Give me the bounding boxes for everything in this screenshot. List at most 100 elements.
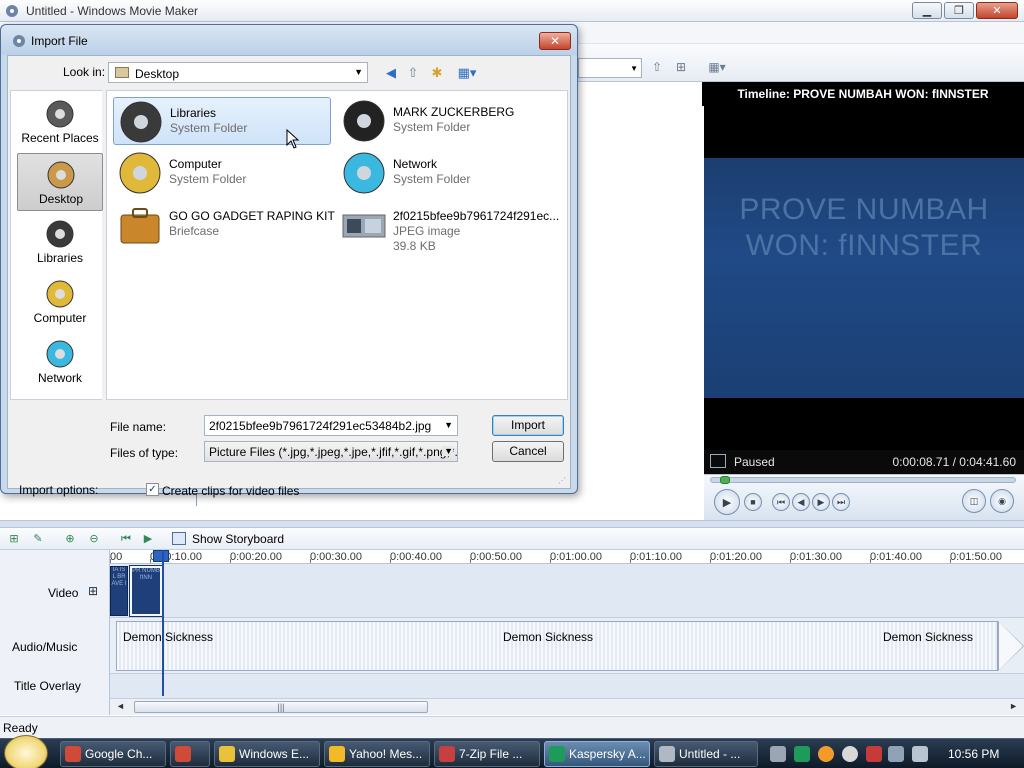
previous-frame-button[interactable]: ◀: [792, 493, 810, 511]
zoom-out-icon[interactable]: ⊖: [86, 531, 102, 547]
file-item[interactable]: Network System Folder: [337, 149, 555, 197]
up-folder-icon[interactable]: ⇧: [648, 58, 666, 76]
split-button[interactable]: ◫: [962, 489, 986, 513]
taskbar-button[interactable]: Windows E...: [214, 741, 320, 767]
ruler-tick-mark: [710, 559, 711, 563]
rewind-timeline-icon[interactable]: ⏮: [118, 531, 134, 547]
set-audio-levels-icon[interactable]: ⊞: [6, 531, 22, 547]
place-libraries[interactable]: Libraries: [17, 213, 103, 271]
play-button[interactable]: ▶: [714, 489, 740, 515]
scroll-thumb[interactable]: |||: [134, 701, 428, 713]
file-name-value: 2f0215bfee9b7961724f291ec53484b2.jpg: [209, 419, 432, 433]
place-computer[interactable]: Computer: [17, 273, 103, 331]
import-options-label: Import options:: [19, 483, 99, 497]
playhead-handle[interactable]: [153, 550, 169, 562]
search-tray-icon[interactable]: [818, 746, 834, 762]
place-label: Network: [37, 371, 82, 385]
place-network[interactable]: Network: [17, 333, 103, 391]
pane-splitter[interactable]: [0, 520, 1024, 528]
start-button[interactable]: [4, 735, 48, 768]
fast-forward-icon: ⏭: [836, 496, 846, 507]
video-clip-selected[interactable]: PR NUMB fINN: [129, 565, 163, 617]
seek-bar[interactable]: [710, 476, 1016, 484]
audio-track[interactable]: Demon Sickness Demon Sickness Demon Sick…: [110, 618, 1024, 674]
computer-icon: [45, 279, 75, 309]
import-button[interactable]: Import: [492, 415, 564, 436]
expand-video-icon[interactable]: ⊞: [88, 584, 98, 598]
video-track[interactable]: IA IS L BR AVE I PR NUMB fINN: [110, 564, 1024, 618]
taskbar-button[interactable]: Kaspersky A...: [544, 741, 650, 767]
display-tray-icon[interactable]: [888, 746, 904, 762]
next-frame-button[interactable]: ▶: [812, 493, 830, 511]
title-overlay-track[interactable]: [110, 674, 1024, 698]
file-item[interactable]: GO GO GADGET RAPING KIT Briefcase: [113, 201, 335, 249]
timeline-toolbar: ⊞ ✎ ⊕ ⊖ ⏮ ▶ Show Storyboard: [0, 528, 1024, 550]
view-menu-icon[interactable]: ▦▾: [454, 64, 480, 82]
file-item[interactable]: MARK ZUCKERBERG System Folder: [337, 97, 555, 145]
play-timeline-icon[interactable]: ▶: [140, 531, 156, 547]
back-icon[interactable]: ◀: [382, 64, 400, 82]
new-folder-icon[interactable]: ✱: [428, 64, 446, 82]
cancel-button[interactable]: Cancel: [492, 441, 564, 462]
video-clip[interactable]: IA IS L BR AVE I: [110, 566, 128, 616]
place-recent-places[interactable]: Recent Places: [17, 93, 103, 151]
zoom-in-icon[interactable]: ⊕: [62, 531, 78, 547]
rewind-button[interactable]: ⏮: [772, 493, 790, 511]
volume-icon[interactable]: [912, 746, 928, 762]
place-desktop[interactable]: Desktop: [17, 153, 103, 211]
file-name-input[interactable]: 2f0215bfee9b7961724f291ec53484b2.jpg ▼: [204, 415, 458, 436]
scroll-left-icon[interactable]: ◄: [116, 701, 125, 711]
ruler-tick-mark: [150, 559, 151, 563]
taskbar-button[interactable]: Yahoo! Mes...: [324, 741, 430, 767]
snapshot-button[interactable]: ◉: [990, 489, 1014, 513]
ruler-tick-label: 0:00:30.00: [310, 551, 362, 563]
file-item[interactable]: Computer System Folder: [113, 149, 331, 197]
network-tray-icon[interactable]: [770, 746, 786, 762]
up-folder-icon[interactable]: ⇧: [404, 64, 422, 82]
collections-combo[interactable]: ▼: [578, 58, 642, 78]
narrate-timeline-icon[interactable]: ✎: [30, 531, 46, 547]
clock[interactable]: 10:56 PM: [948, 747, 999, 761]
timeline-scrollbar[interactable]: ◄ ||| ►: [110, 698, 1024, 715]
scroll-right-icon[interactable]: ►: [1009, 701, 1018, 711]
system-tray: 10:56 PM: [762, 739, 1024, 768]
show-storyboard-button[interactable]: Show Storyboard: [192, 532, 284, 546]
chevron-down-icon: ▼: [442, 446, 453, 456]
kaspersky-tray-icon[interactable]: [794, 746, 810, 762]
dialog-close-button[interactable]: ✕: [539, 32, 571, 50]
file-type-dropdown[interactable]: Picture Files (*.jpg,*.jpeg,*.jpe,*.jfif…: [204, 441, 458, 462]
audio-clip-end-arrow: [998, 621, 1024, 671]
timeline-ruler[interactable]: 00 0:00:10.00 0:00:20.00 0:00:30.00 0:00:40.…: [110, 550, 1024, 564]
window-title: Untitled - Windows Movie Maker: [26, 3, 199, 18]
app-icon: [175, 746, 191, 762]
preview-monitor: Timeline: PROVE NUMBAH WON: fINNSTER PRO…: [702, 82, 1024, 520]
taskbar-button[interactable]: Untitled - ...: [654, 741, 758, 767]
playhead-indicator[interactable]: [162, 550, 164, 696]
stop-icon: ■: [750, 497, 756, 507]
fast-forward-button[interactable]: ⏭: [832, 493, 850, 511]
dialog-title-bar[interactable]: Import File ✕: [1, 25, 577, 55]
messenger-tray-icon[interactable]: [842, 746, 858, 762]
create-clips-checkbox[interactable]: ✓: [146, 483, 159, 496]
look-in-dropdown[interactable]: Desktop ▼: [108, 62, 368, 83]
taskbar-button[interactable]: Google Ch...: [60, 741, 166, 767]
new-folder-icon[interactable]: ⊞: [672, 58, 690, 76]
user-folder-icon: [341, 99, 387, 143]
ruler-tick-mark: [230, 559, 231, 563]
taskbar-button[interactable]: [170, 741, 210, 767]
taskbar-button[interactable]: 7-Zip File ...: [434, 741, 540, 767]
audio-clip[interactable]: Demon Sickness Demon Sickness Demon Sick…: [116, 621, 998, 671]
close-button[interactable]: ✕: [976, 2, 1018, 19]
next-frame-icon: ▶: [817, 496, 825, 507]
resize-grip-icon[interactable]: ⋰: [558, 476, 568, 486]
ruler-tick-label: 0:01:40.00: [870, 551, 922, 563]
restore-button[interactable]: ❐: [944, 2, 974, 19]
seek-thumb[interactable]: [720, 476, 730, 484]
flag-tray-icon[interactable]: [866, 746, 882, 762]
views-menu-icon[interactable]: ▦▾: [704, 58, 730, 76]
minimize-button[interactable]: ▁: [912, 2, 942, 19]
stop-button[interactable]: ■: [744, 493, 762, 511]
taskbar-button-label: Kaspersky A...: [569, 747, 646, 761]
file-item[interactable]: 2f0215bfee9b7961724f291ec... JPEG image 39…: [337, 201, 559, 253]
create-clips-label: Create clips for video files: [162, 484, 300, 498]
